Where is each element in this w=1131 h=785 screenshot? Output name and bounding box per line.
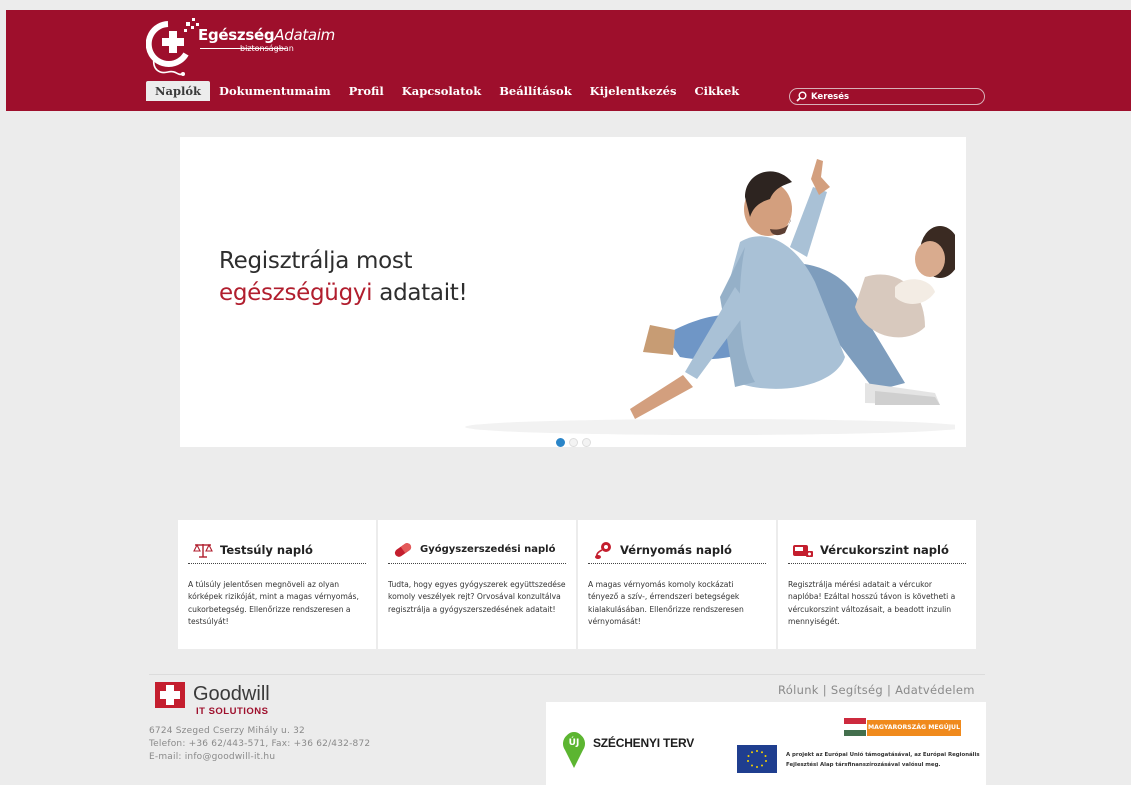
card-vercukor[interactable]: Vércukorszint napló Regisztrálja mérési … — [778, 520, 976, 649]
card-header: Vérnyomás napló — [588, 541, 766, 564]
nav-item-profil[interactable]: Profil — [340, 81, 393, 101]
eu-flag-icon — [737, 745, 777, 773]
scale-icon — [192, 541, 214, 559]
card-title: Testsúly napló — [220, 542, 313, 557]
brand-subtitle: biztonságban — [240, 44, 294, 53]
main-nav: Naplók Dokumentumaim Profil Kapcsolatok … — [146, 81, 748, 101]
banner-line-1: Regisztrálja most — [219, 248, 413, 274]
hungarian-flag-icon — [844, 718, 866, 736]
goodwill-logo[interactable]: Goodwill IT SOLUTIONS — [155, 682, 270, 717]
search-box — [789, 88, 985, 105]
funding-banner[interactable]: ÚJ SZÉCHENYI TERV MAGYARORSZÁG MEGÚJUL A… — [546, 702, 986, 785]
card-title: Vérnyomás napló — [620, 542, 732, 557]
slider-dot-3[interactable] — [582, 438, 591, 447]
card-text: A túlsúly jelentősen megnöveli az olyan … — [188, 580, 359, 627]
brand-title: EgészségAdataim — [198, 26, 335, 44]
szechenyi-logo-icon: ÚJ — [563, 732, 585, 768]
footer-link-rolunk[interactable]: Rólunk — [778, 683, 819, 697]
contact-email[interactable]: E-mail: info@goodwill-it.hu — [149, 751, 370, 764]
glucose-meter-icon — [792, 541, 814, 559]
contact-info: 6724 Szeged Cserzy Mihály u. 32 Telefon:… — [149, 725, 370, 764]
contact-address: 6724 Szeged Cserzy Mihály u. 32 — [149, 726, 305, 736]
site-logo[interactable]: EgészségAdataim biztonságban — [146, 12, 346, 80]
diary-cards: Testsúly napló A túlsúly jelentősen megn… — [178, 520, 976, 649]
goodwill-cross-icon — [155, 682, 185, 708]
card-text: A magas vérnyomás komoly kockázati ténye… — [588, 580, 744, 627]
pill-icon — [392, 541, 414, 559]
nav-item-dokumentumaim[interactable]: Dokumentumaim — [210, 81, 340, 101]
top-strip — [0, 0, 1131, 10]
card-text: Regisztrálja mérési adatait a vércukor n… — [788, 580, 956, 627]
footer-link-adatvedelem[interactable]: Adatvédelem — [895, 683, 975, 697]
health-cross-logo-icon — [146, 18, 199, 76]
slider-dot-1[interactable] — [556, 438, 565, 447]
card-gyogyszer[interactable]: Gyógyszerszedési napló Tudta, hogy egyes… — [378, 520, 576, 649]
footer-link-segitseg[interactable]: Segítség — [831, 683, 883, 697]
company-subtitle: IT SOLUTIONS — [196, 706, 269, 717]
card-title: Gyógyszerszedési napló — [420, 544, 556, 555]
card-header: Gyógyszerszedési napló — [388, 542, 566, 564]
card-header: Testsúly napló — [188, 542, 366, 564]
hungary-renews-label: MAGYARORSZÁG MEGÚJUL — [867, 720, 961, 736]
eu-funding-text: A projekt az Európai Unió támogatásával,… — [786, 752, 980, 768]
nav-item-kapcsolatok[interactable]: Kapcsolatok — [393, 81, 490, 101]
card-header: Vércukorszint napló — [788, 542, 966, 564]
card-vernyomas[interactable]: Vérnyomás napló A magas vérnyomás komoly… — [578, 520, 776, 649]
nav-item-naplok[interactable]: Naplók — [146, 81, 211, 101]
card-testsuly[interactable]: Testsúly napló A túlsúly jelentősen megn… — [178, 520, 376, 649]
footer-separator: | — [822, 683, 827, 697]
company-name: Goodwill — [193, 683, 270, 705]
nav-item-kijelentkezes[interactable]: Kijelentkezés — [581, 81, 686, 101]
slider-dots — [556, 438, 591, 447]
banner-line-2: egészségügyi adatait! — [219, 277, 468, 309]
search-icon[interactable] — [796, 91, 807, 102]
szechenyi-text: SZÉCHENYI TERV — [593, 736, 694, 750]
footer-separator: | — [887, 683, 892, 697]
couple-photo — [465, 159, 955, 435]
szechenyi-mark: ÚJ — [569, 736, 580, 748]
card-text: Tudta, hogy egyes gyógyszerek együttszed… — [388, 580, 566, 614]
hero-banner: Regisztrálja most egészségügyi adatait! — [180, 137, 966, 447]
banner-headline: Regisztrálja most egészségügyi adatait! — [219, 245, 468, 309]
search-input[interactable] — [811, 91, 971, 102]
nav-item-beallitasok[interactable]: Beállítások — [490, 81, 580, 101]
banner-highlight: egészségügyi — [219, 280, 373, 306]
nav-item-cikkek[interactable]: Cikkek — [685, 81, 748, 101]
blood-pressure-icon — [592, 541, 614, 559]
footer-divider — [149, 674, 985, 675]
footer-links: Rólunk | Segítség | Adatvédelem — [778, 683, 975, 697]
contact-phone: Telefon: +36 62/443-571, Fax: +36 62/432… — [149, 739, 371, 749]
slider-dot-2[interactable] — [569, 438, 578, 447]
card-title: Vércukorszint napló — [820, 542, 949, 557]
